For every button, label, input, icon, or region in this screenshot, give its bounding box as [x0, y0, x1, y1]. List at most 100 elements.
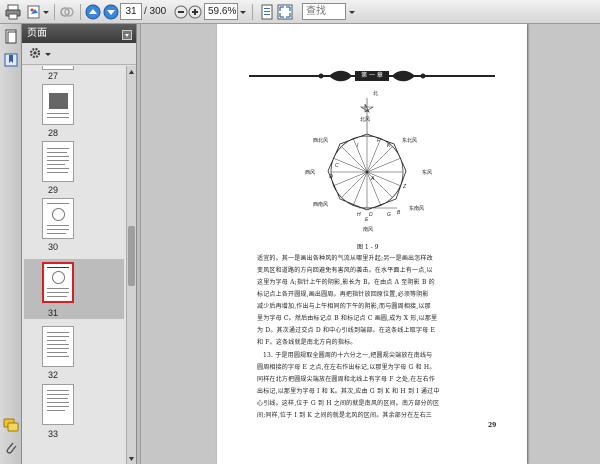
thumbnail-text — [47, 402, 69, 403]
page-thumbnail[interactable] — [42, 384, 74, 425]
panel-options-bar — [22, 43, 136, 65]
thumbnail-text — [47, 406, 69, 407]
label-point-o: O — [329, 174, 333, 180]
scrollbar-thumb[interactable] — [128, 226, 135, 286]
toolbar-divider — [80, 4, 81, 20]
label-northwest-wind: 西北风 — [313, 138, 329, 144]
paragraph-line: 圆周相接的字母 E 之点,在左右作出标记,以那里为字母 G 和 H。 — [257, 364, 436, 371]
page-thumbnail[interactable] — [42, 141, 74, 182]
wind-rose-figure — [327, 98, 407, 211]
thumbnail-figure — [52, 271, 65, 284]
label-point-b: B — [397, 210, 401, 216]
scroll-down-icon[interactable] — [128, 454, 135, 462]
panel-splitter[interactable] — [137, 24, 141, 464]
paragraph-line: 这里为字母 A;指针上午的阴影,影长为 B。在由点 A 至阴影 B 的 — [257, 279, 435, 286]
print-icon[interactable] — [4, 3, 22, 21]
next-page-icon[interactable] — [102, 3, 120, 21]
scroll-up-icon[interactable] — [128, 67, 135, 75]
label-south-wind: 南风 — [363, 227, 374, 233]
thumbnail-text — [47, 288, 69, 289]
paragraph-line: 适宜的。其一是画出各种风的气流从哪里升起;另一是画出怎样改 — [257, 255, 433, 262]
page-thumbnail[interactable] — [42, 198, 74, 239]
toolbar-divider — [54, 4, 55, 20]
thumbnail-text — [47, 233, 66, 234]
thumbnail-text — [47, 352, 67, 353]
navigation-rail — [0, 24, 22, 464]
thumbnail-text — [47, 267, 69, 268]
toolbar-divider — [252, 4, 253, 20]
label-point-e: E — [365, 217, 369, 223]
search-dropdown-icon[interactable] — [347, 3, 357, 21]
thumbnail-text — [47, 390, 69, 391]
previous-page-icon[interactable] — [84, 3, 102, 21]
paragraph-line: 13. 于是用圆规取全圆周的十六分之一,把圆规尖端放在南线与 — [263, 352, 433, 359]
thumbnail-label: 27 — [48, 71, 59, 81]
label-northeast-wind: 东北风 — [402, 138, 418, 144]
paragraph-line: 心引线。这样,位于 G 到 H 之间的就是南风的区间。南方部分的区 — [257, 400, 440, 407]
pages-panel-title: 页面 — [27, 28, 47, 39]
label-point-k: K — [387, 143, 391, 149]
page-number-input[interactable]: 31 — [120, 3, 142, 20]
thumbnail-text — [47, 348, 69, 349]
thumbnail-text — [47, 356, 69, 357]
attachments-icon[interactable] — [3, 440, 19, 456]
thumbnail-label: 33 — [48, 429, 59, 439]
tools-dropdown-icon[interactable] — [42, 3, 50, 21]
zoom-dropdown-icon[interactable] — [238, 3, 248, 21]
main-toolbar: 31 / 300 59.6% 查找 — [0, 0, 600, 24]
thumbnail-label: 30 — [48, 242, 59, 252]
tools-icon[interactable] — [25, 3, 43, 21]
label-point-i: I — [357, 143, 359, 149]
share-icon[interactable] — [58, 3, 76, 21]
page-thumbnail[interactable] — [42, 84, 74, 125]
thumbnail-text — [47, 152, 67, 153]
thumbnail-text — [47, 156, 69, 157]
comments-icon[interactable] — [3, 417, 19, 433]
thumbnail-text — [47, 340, 66, 341]
thumbnail-text — [47, 229, 69, 230]
thumbnail-figure — [52, 208, 65, 221]
full-screen-icon[interactable] — [276, 3, 294, 21]
paragraph-line: 出标记,以那里为字母 I 和 K。其次,应由 G 到 K 和 H 到 I 通过中 — [257, 388, 440, 395]
thumbnail-text — [47, 394, 69, 395]
paragraph-line: 间;同样,位于 I 到 K 之间的就是北风的区间。其余部分在左右三 — [257, 412, 433, 419]
paragraph-line: 和 F。这条线就是南北方向的指标。 — [257, 339, 357, 346]
thumbnail-text — [47, 410, 65, 411]
page-thumbnail[interactable] — [42, 326, 74, 367]
pdf-reader-window: 31 / 300 59.6% 查找 页面 27 28 29 30 31 32 3… — [0, 0, 600, 464]
page-thumbnail[interactable] — [42, 66, 74, 70]
pages-panel-icon[interactable] — [3, 29, 19, 45]
thumbnail-label: 32 — [48, 370, 59, 380]
bookmarks-panel-icon[interactable] — [3, 52, 19, 68]
options-gear-icon[interactable] — [28, 46, 42, 60]
thumbnail-text — [47, 117, 69, 118]
thumbnail-scrollbar[interactable] — [126, 66, 136, 464]
thumbnail-text — [47, 332, 69, 333]
search-input[interactable]: 查找 — [302, 3, 346, 20]
paragraph-line: 变风区和道路的方向回避免有害风的袭击。在水平面上有一点,以 — [257, 267, 433, 274]
label-east-wind: 东风 — [422, 170, 433, 176]
label-north-star: 北 — [373, 91, 379, 97]
pages-panel-header: 页面 — [22, 24, 136, 43]
thumbnail-label: 28 — [48, 128, 59, 138]
label-point-c: C — [335, 163, 339, 169]
figure-caption: 图 1 - 9 — [357, 244, 379, 251]
document-page: 第 一 章 北 北风 西北风 东北风 西风 东风 西南风 东南风 南风 F I … — [217, 24, 527, 464]
label-southwest-wind: 西南风 — [313, 202, 329, 208]
paragraph-line: 减少后再增加,作出与上午相同的下午的阴影,而与圆周相接,以那 — [257, 303, 431, 310]
thumbnail-text — [47, 113, 69, 114]
zoom-in-icon[interactable] — [186, 3, 204, 21]
paragraph-line: 为 D。其次通过交点 D 和中心引线到端部。在这条线上取字母 E — [257, 327, 436, 334]
label-point-g: G — [387, 212, 391, 218]
thumbnail-text — [47, 344, 69, 345]
pages-panel: 页面 27 28 29 30 31 32 33 — [22, 24, 137, 464]
options-dropdown-icon[interactable] — [44, 50, 52, 58]
document-view: 第 一 章 北 北风 西北风 东北风 西风 东风 西南风 东南风 南风 F I … — [142, 24, 600, 464]
label-point-h: H — [357, 212, 361, 218]
thumbnail-text — [47, 164, 65, 165]
page-thumbnail-selected[interactable] — [42, 262, 74, 303]
label-point-d: D — [369, 212, 373, 218]
panel-close-icon[interactable] — [122, 28, 132, 40]
zoom-level-input[interactable]: 59.6% — [204, 3, 238, 20]
fit-page-icon[interactable] — [258, 3, 276, 21]
